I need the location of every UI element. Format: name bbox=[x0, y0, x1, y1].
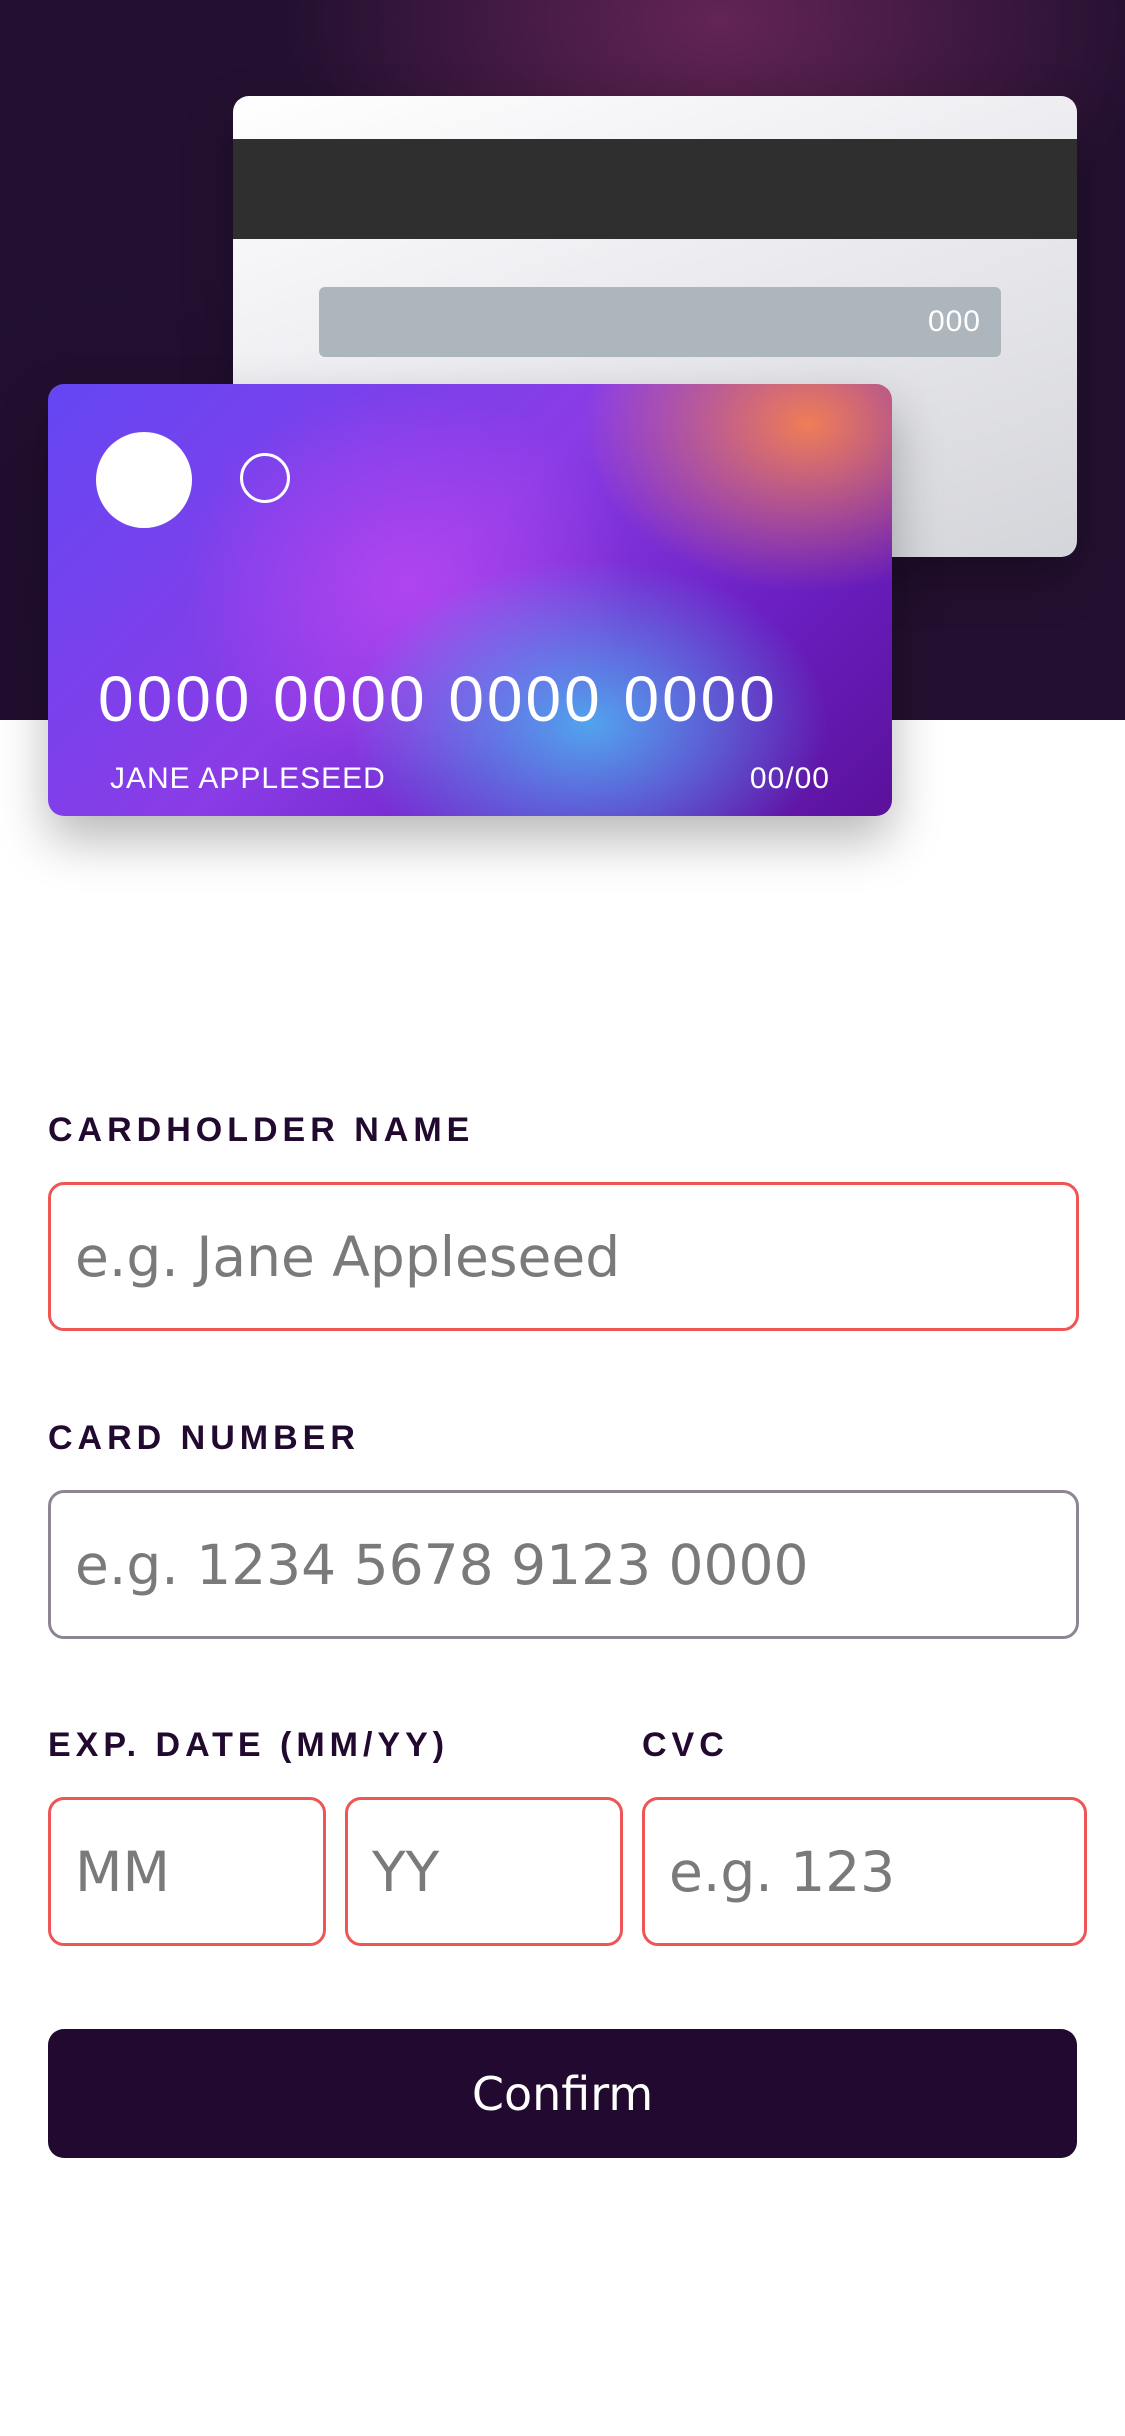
card-number-label: CARD NUMBER bbox=[48, 1419, 360, 1457]
card-back-cvc: 000 bbox=[927, 305, 981, 338]
exp-year-input[interactable] bbox=[345, 1797, 623, 1946]
card-front-number: 0000 0000 0000 0000 bbox=[98, 663, 778, 735]
card-logo-outline-circle-icon bbox=[240, 453, 290, 503]
card-number-input[interactable] bbox=[48, 1490, 1079, 1639]
signature-strip: 000 bbox=[319, 287, 1001, 357]
card-front-holder: JANE APPLESEED bbox=[110, 762, 386, 795]
card-logo-filled-circle-icon bbox=[96, 432, 192, 528]
card-front-expiry: 00/00 bbox=[749, 762, 830, 795]
cardholder-name-input[interactable] bbox=[48, 1182, 1079, 1331]
confirm-button[interactable]: Confirm bbox=[48, 2029, 1077, 2158]
cvc-label: CVC bbox=[642, 1726, 729, 1764]
cvc-input[interactable] bbox=[642, 1797, 1087, 1946]
exp-date-label: EXP. DATE (MM/YY) bbox=[48, 1726, 450, 1764]
exp-month-input[interactable] bbox=[48, 1797, 326, 1946]
card-front: 0000 0000 0000 0000 JANE APPLESEED 00/00 bbox=[48, 384, 892, 816]
cardholder-name-label: CARDHOLDER NAME bbox=[48, 1111, 475, 1149]
magnetic-stripe bbox=[233, 139, 1077, 239]
